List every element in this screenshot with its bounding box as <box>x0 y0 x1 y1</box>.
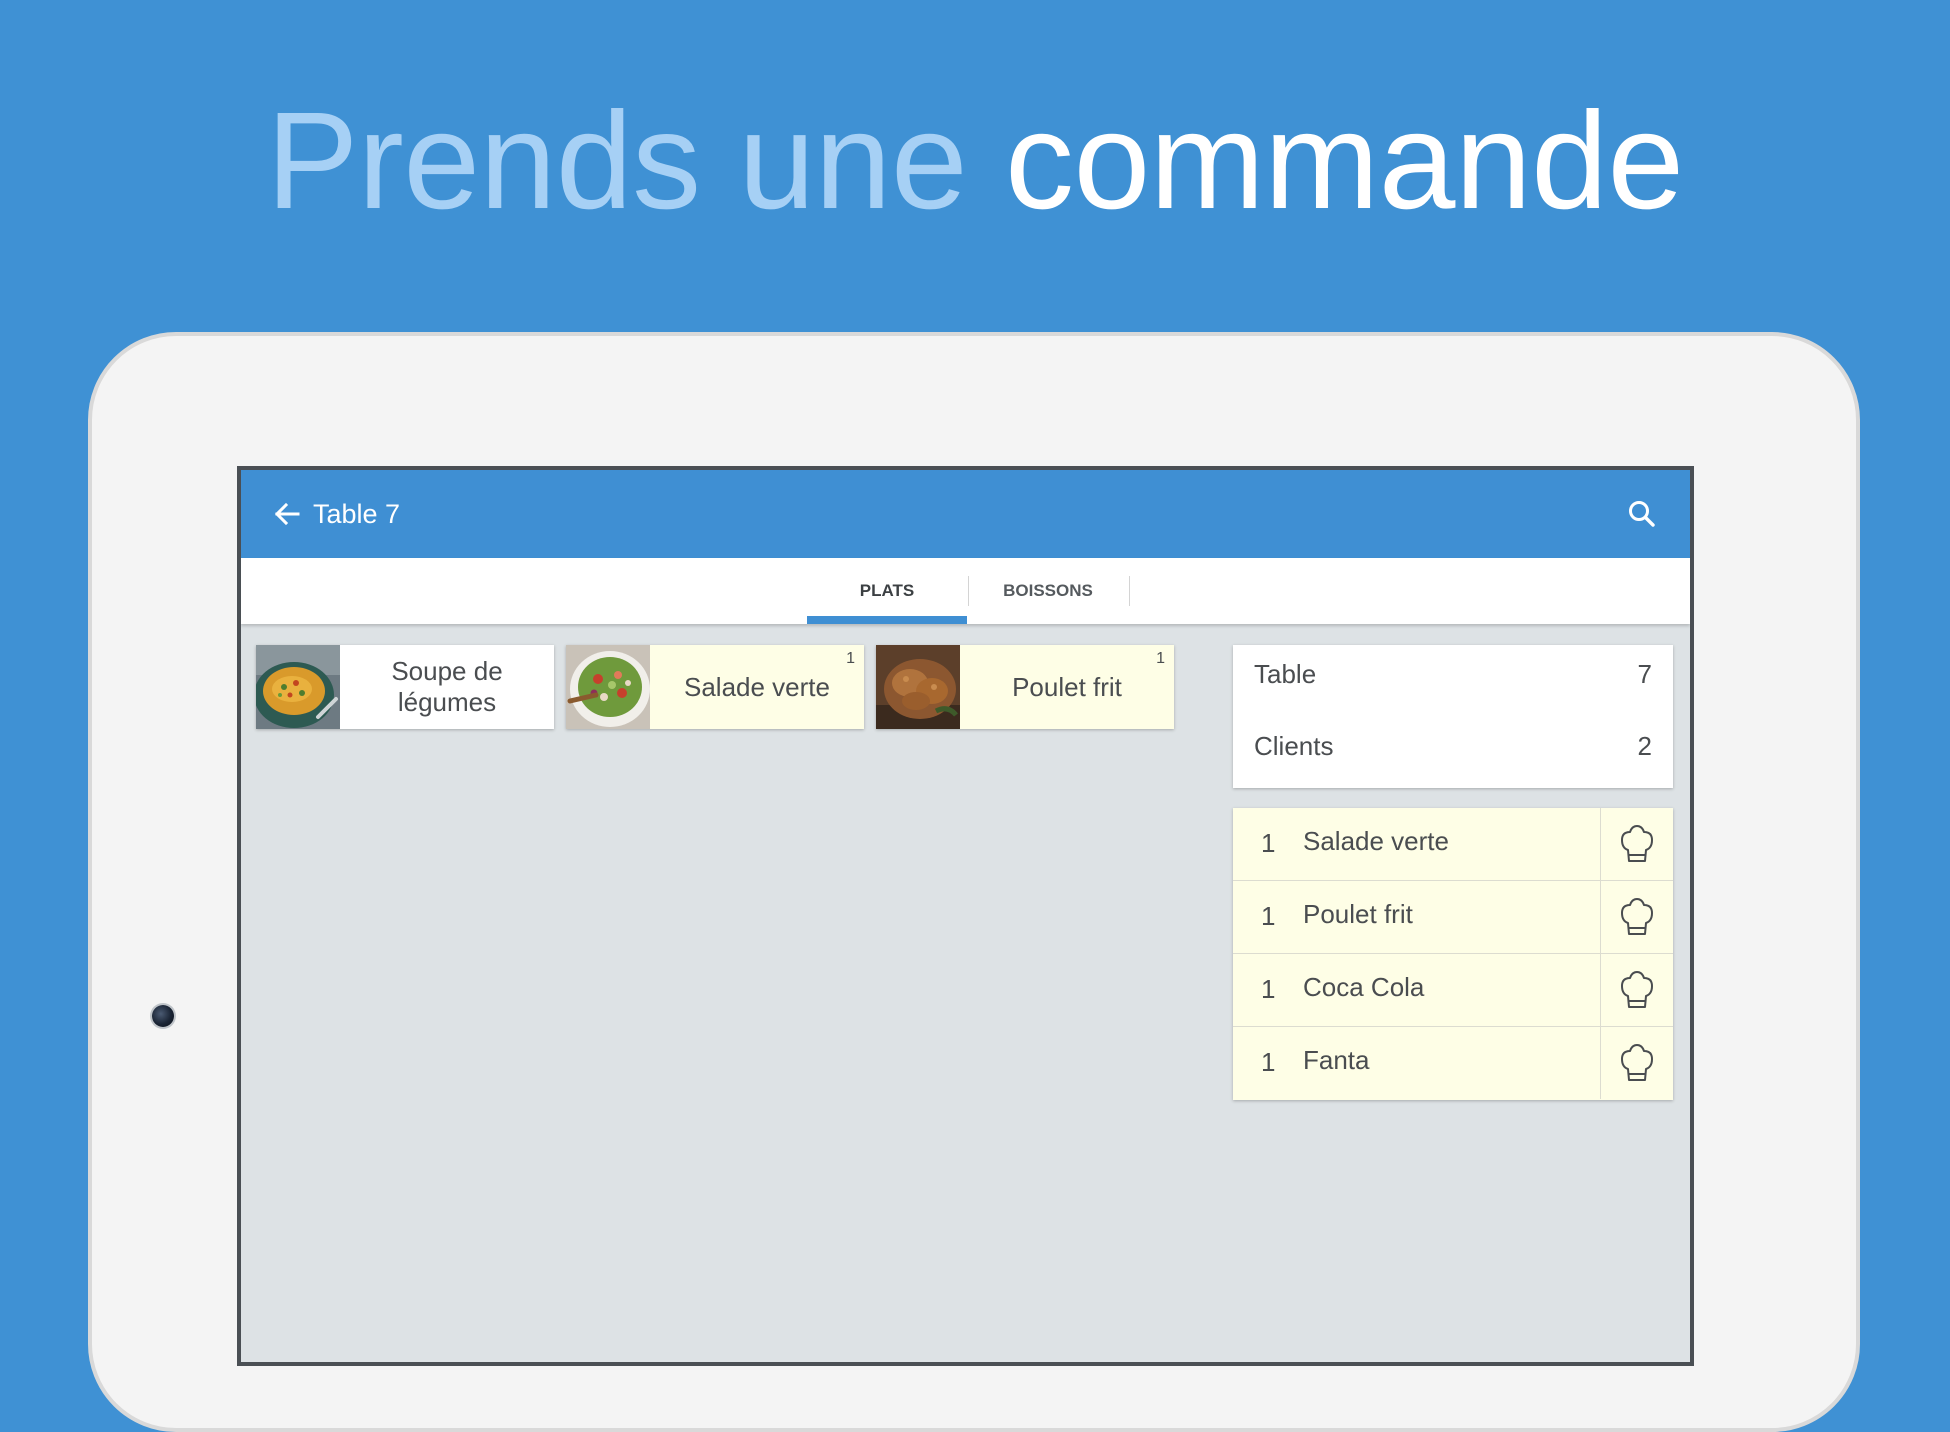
tablet-screen: Table 7 PLATS BOISSONS Soupe de légumes … <box>237 466 1694 1366</box>
order-item-name: Coca Cola <box>1303 972 1425 1002</box>
order-quantity: 1 <box>1261 828 1276 858</box>
send-to-kitchen-button[interactable] <box>1600 1027 1673 1099</box>
chef-hat-icon <box>1621 971 1653 1008</box>
order-quantity: 1 <box>1261 1047 1276 1077</box>
order-quantity: 1 <box>1261 901 1276 931</box>
app-bar: Table 7 <box>241 470 1690 558</box>
send-to-kitchen-button[interactable] <box>1600 954 1673 1026</box>
page-title: Table 7 <box>313 499 401 529</box>
dish-count-badge: 1 <box>1156 650 1165 667</box>
table-info-card: Table 7 Clients 2 <box>1233 645 1673 788</box>
salad-bowl-image <box>566 645 650 729</box>
order-item-name: Poulet frit <box>1303 899 1413 929</box>
camera-lens <box>152 1005 174 1027</box>
send-to-kitchen-button[interactable] <box>1600 808 1673 880</box>
search-button[interactable] <box>1620 492 1664 536</box>
clients-label: Clients <box>1254 731 1334 761</box>
tab-plats[interactable]: PLATS <box>807 558 967 624</box>
search-icon <box>1629 501 1655 527</box>
dish-name: Salade verte <box>684 671 830 702</box>
order-list: 1 Salade verte 1 Poulet frit 1 Coca Cola <box>1233 808 1673 1100</box>
dish-label-area: Soupe de légumes <box>340 645 554 729</box>
order-quantity: 1 <box>1261 974 1276 1004</box>
order-row[interactable]: 1 Poulet frit <box>1233 881 1673 954</box>
tab-boissons[interactable]: BOISSONS <box>968 558 1128 624</box>
order-item-name: Fanta <box>1303 1045 1370 1075</box>
chef-hat-icon <box>1621 898 1653 935</box>
send-to-kitchen-button[interactable] <box>1600 881 1673 953</box>
tab-plats-label: PLATS <box>859 581 915 600</box>
fried-chicken-image <box>876 645 960 729</box>
dish-card-poulet[interactable]: Poulet frit 1 <box>876 645 1174 729</box>
headline-light-text: Prends une <box>266 84 968 238</box>
soup-bowl-image <box>256 645 340 729</box>
table-number-row[interactable]: Table 7 <box>1233 645 1673 705</box>
chef-hat-icon <box>1621 825 1653 862</box>
clients-row[interactable]: Clients 2 <box>1233 717 1673 777</box>
active-tab-indicator <box>807 616 967 624</box>
order-row[interactable]: 1 Coca Cola <box>1233 954 1673 1027</box>
clients-value: 2 <box>1637 731 1652 761</box>
order-row[interactable]: 1 Fanta <box>1233 1027 1673 1099</box>
dish-label-area: Poulet frit <box>960 645 1174 729</box>
order-item-name: Salade verte <box>1303 826 1449 856</box>
dish-name: Soupe de légumes <box>391 656 503 717</box>
back-button[interactable] <box>265 492 309 536</box>
arrow-back-icon <box>274 502 300 526</box>
dish-label-area: Salade verte <box>650 645 864 729</box>
dish-count-badge: 1 <box>846 650 855 667</box>
tab-divider <box>1129 576 1130 606</box>
table-value: 7 <box>1637 659 1652 689</box>
dish-card-soupe[interactable]: Soupe de légumes <box>256 645 554 729</box>
order-row[interactable]: 1 Salade verte <box>1233 808 1673 881</box>
chef-hat-icon <box>1621 1044 1653 1081</box>
tab-bar: PLATS BOISSONS <box>241 558 1690 624</box>
dish-card-salade[interactable]: Salade verte 1 <box>566 645 864 729</box>
headline: Prends une commande <box>0 92 1950 230</box>
table-label: Table <box>1254 659 1317 689</box>
tab-boissons-label: BOISSONS <box>1003 581 1093 600</box>
dish-name: Poulet frit <box>1012 671 1122 702</box>
headline-strong-text: commande <box>1005 84 1684 238</box>
